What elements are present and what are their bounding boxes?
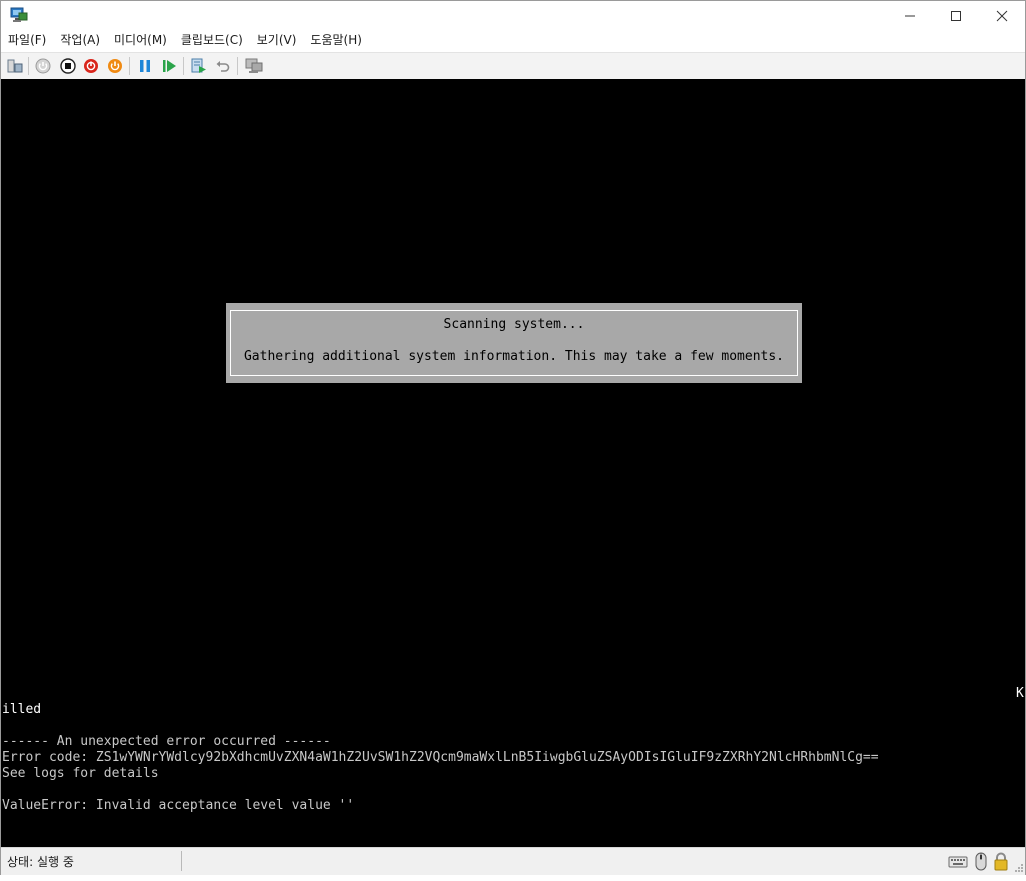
menu-action[interactable]: 작업(A) xyxy=(53,30,107,51)
status-separator xyxy=(181,851,182,871)
vm-connection-window: 파일(F) 작업(A) 미디어(M) 클립보드(C) 보기(V) 도움말(H) xyxy=(0,0,1026,875)
menu-file[interactable]: 파일(F) xyxy=(1,30,53,51)
toolbar xyxy=(1,52,1025,80)
value-error-line: ValueError: Invalid acceptance level val… xyxy=(2,798,355,813)
ctrl-alt-del-button[interactable] xyxy=(6,57,24,75)
minimize-icon xyxy=(905,15,915,16)
mouse-icon xyxy=(973,852,989,871)
toolbar-separator xyxy=(129,57,130,75)
turn-off-icon xyxy=(60,58,76,74)
revert-button[interactable] xyxy=(214,57,232,75)
maximize-icon xyxy=(951,10,961,21)
menu-media[interactable]: 미디어(M) xyxy=(107,30,174,51)
dialog-message: Gathering additional system information.… xyxy=(243,349,785,364)
title-bar xyxy=(1,1,1025,30)
dialog-title: Scanning system... xyxy=(443,317,585,332)
turn-off-button[interactable] xyxy=(59,57,77,75)
ctrl-alt-del-icon xyxy=(7,59,23,73)
lock-icon xyxy=(992,852,1010,871)
toolbar-separator xyxy=(237,57,238,75)
toolbar-separator xyxy=(28,57,29,75)
save-state-button[interactable] xyxy=(106,57,124,75)
vm-status-text: 상태: 실행 중 xyxy=(7,855,74,869)
scanning-dialog-frame: Scanning system... Gathering additional … xyxy=(230,310,798,376)
vm-connect-app-icon xyxy=(10,7,28,23)
status-bar: 상태: 실행 중 xyxy=(1,847,1025,875)
start-icon xyxy=(35,58,51,74)
menu-view[interactable]: 보기(V) xyxy=(250,30,304,51)
keyboard-icon xyxy=(948,852,968,871)
resume-button[interactable] xyxy=(160,57,178,75)
enhanced-session-icon xyxy=(245,58,263,73)
revert-icon xyxy=(216,61,230,72)
enhanced-session-button[interactable] xyxy=(245,57,263,75)
error-code-line: Error code: ZS1wYWNrYWdlcy92bXdhcmUvZXN4… xyxy=(2,750,879,765)
console-line: illed xyxy=(2,702,42,717)
toolbar-separator xyxy=(183,57,184,75)
menu-help[interactable]: 도움말(H) xyxy=(303,30,369,51)
shut-down-button[interactable] xyxy=(82,57,100,75)
shut-down-icon xyxy=(84,59,98,73)
power-icon xyxy=(108,59,122,73)
close-button[interactable] xyxy=(979,1,1025,30)
menu-bar: 파일(F) 작업(A) 미디어(M) 클립보드(C) 보기(V) 도움말(H) xyxy=(1,30,1025,51)
start-button[interactable] xyxy=(34,57,52,75)
maximize-button[interactable] xyxy=(933,1,979,30)
vm-console-screen[interactable]: Scanning system... Gathering additional … xyxy=(1,79,1025,847)
checkpoint-button[interactable] xyxy=(190,57,208,75)
close-icon xyxy=(996,10,1008,21)
pause-icon xyxy=(140,60,150,72)
pause-button[interactable] xyxy=(136,57,154,75)
scanning-dialog: Scanning system... Gathering additional … xyxy=(226,303,802,383)
console-stray-char: K xyxy=(1016,686,1024,701)
menu-clipboard[interactable]: 클립보드(C) xyxy=(174,30,250,51)
resize-grip-icon[interactable] xyxy=(1014,862,1024,881)
minimize-button[interactable] xyxy=(887,1,933,30)
see-logs-line: See logs for details xyxy=(2,766,159,781)
checkpoint-icon xyxy=(191,58,206,73)
resume-icon xyxy=(163,60,176,72)
error-header-line: ------ An unexpected error occurred ----… xyxy=(2,734,331,749)
